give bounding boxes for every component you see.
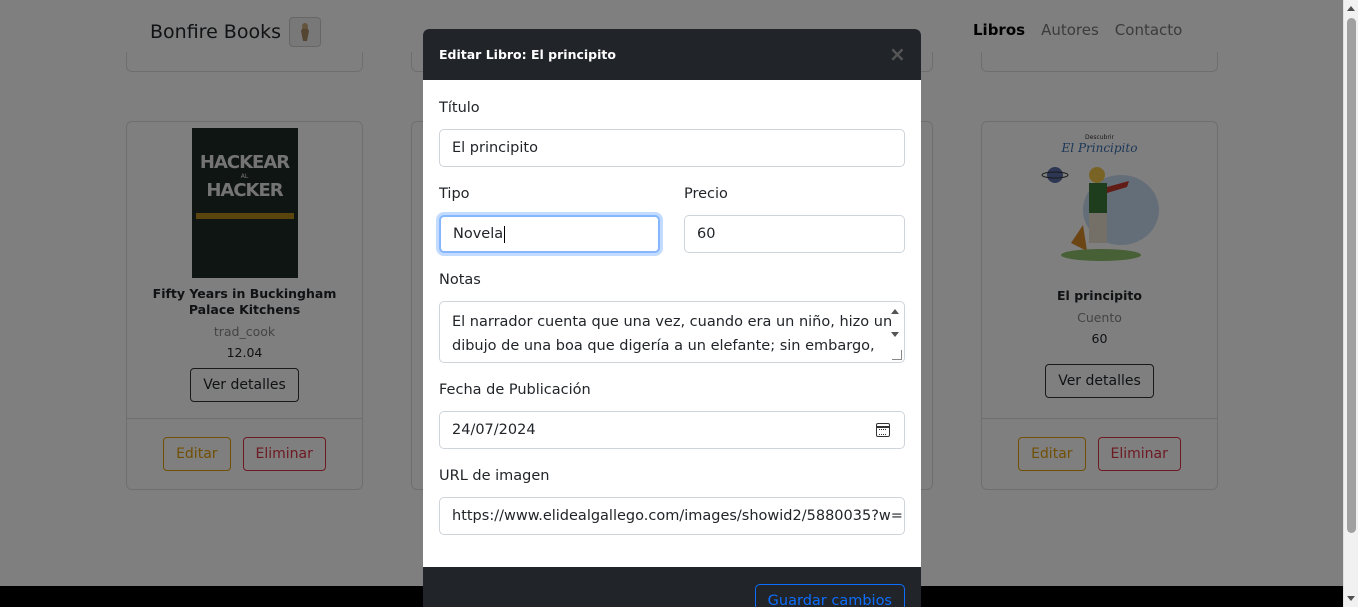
precio-label: Precio (684, 186, 728, 202)
tipo-input[interactable]: Novela (439, 215, 660, 253)
text-caret (504, 225, 506, 243)
fecha-input[interactable]: 24/07/2024 (439, 411, 905, 449)
modal-footer: Guardar cambios (423, 567, 921, 607)
fecha-label: Fecha de Publicación (439, 382, 591, 398)
scrollbar-thumb[interactable] (1347, 18, 1356, 533)
notas-label: Notas (439, 272, 481, 288)
url-input[interactable]: https://www.elidealgallego.com/images/sh… (439, 497, 905, 535)
tipo-label: Tipo (439, 186, 470, 202)
notas-line: dibujo de una boa que digería a un elefa… (452, 338, 875, 354)
scroll-down-icon[interactable] (891, 332, 899, 337)
scroll-up-icon[interactable] (1347, 6, 1355, 11)
precio-input[interactable]: 60 (684, 215, 905, 253)
url-label: URL de imagen (439, 468, 550, 484)
edit-book-modal: Editar Libro: El principito × Título El … (423, 29, 921, 607)
save-changes-button[interactable]: Guardar cambios (754, 584, 905, 607)
fecha-value: 24/07/2024 (452, 422, 536, 438)
scroll-up-icon[interactable] (891, 309, 899, 314)
titulo-input[interactable]: El principito (439, 129, 905, 167)
close-icon[interactable]: × (889, 44, 906, 64)
resize-handle-icon[interactable] (892, 350, 902, 360)
calendar-icon[interactable] (876, 423, 890, 437)
modal-title: Editar Libro: El principito (439, 47, 616, 62)
tipo-value: Novela (453, 226, 504, 242)
modal-header: Editar Libro: El principito × (423, 29, 921, 80)
page-scrollbar[interactable] (1343, 0, 1358, 607)
scroll-down-icon[interactable] (1347, 596, 1355, 601)
notas-textarea[interactable]: El narrador cuenta que una vez, cuando e… (439, 301, 905, 363)
titulo-label: Título (439, 100, 480, 116)
notas-line: El narrador cuenta que una vez, cuando e… (452, 314, 893, 330)
